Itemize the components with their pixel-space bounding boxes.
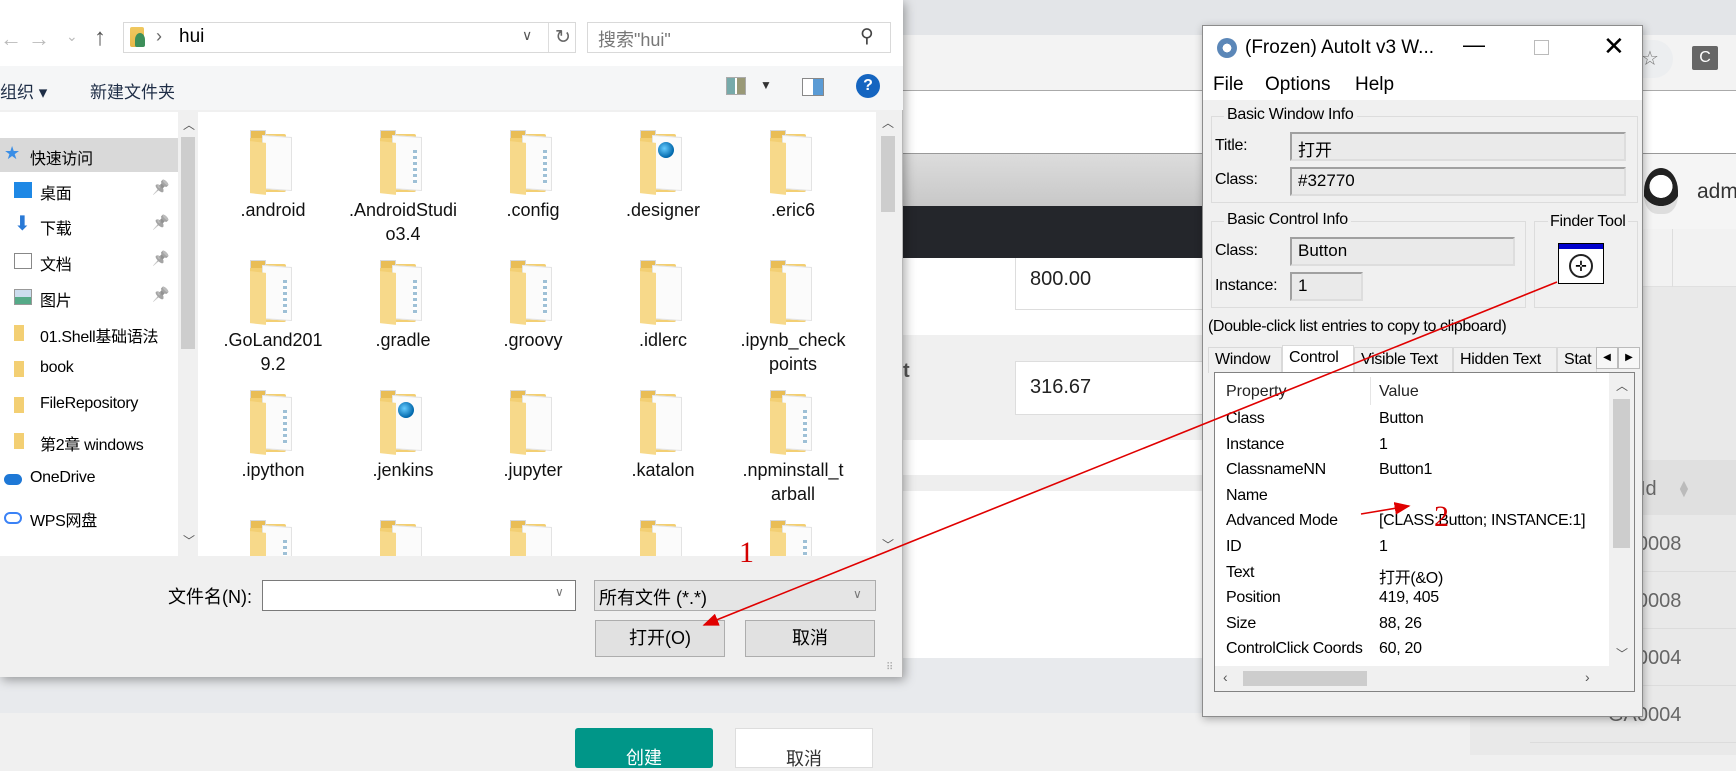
annotation-label-2: 2 (1434, 500, 1449, 533)
annotation-arrow-2 (1360, 502, 1411, 515)
annotation-arrow-1 (702, 281, 1558, 626)
annotation-label-1: 1 (739, 536, 754, 569)
annotation-overlay (702, 281, 1558, 626)
